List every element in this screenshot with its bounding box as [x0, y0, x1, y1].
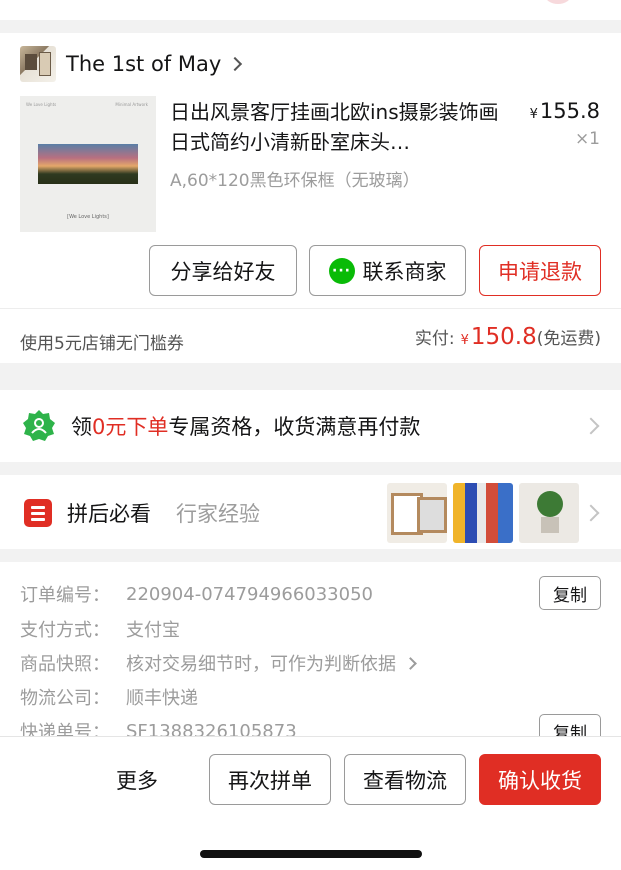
more-button[interactable]: 更多: [116, 765, 158, 795]
store-name: The 1st of May: [66, 52, 222, 76]
chevron-right-icon: [228, 56, 243, 72]
product-title[interactable]: 日出风景客厅挂画北欧ins摄影装饰画日式简约小清新卧室床头…: [170, 97, 510, 157]
courier-row: 物流公司： 顺丰快递: [20, 684, 198, 710]
paid-amount: 实付: ¥150.8(免运费): [415, 324, 601, 350]
tracking-number-row: 快递单号： SF1388326105873: [20, 718, 297, 739]
chevron-right-icon: [582, 417, 600, 435]
top-strip: [0, 0, 621, 20]
store-avatar: [20, 46, 56, 82]
price-currency: ¥: [529, 107, 538, 122]
info-label: 订单编号：: [20, 585, 110, 606]
info-label: 物流公司：: [20, 688, 110, 709]
chat-bubble-icon: ···: [328, 257, 355, 284]
list-line: [31, 512, 45, 515]
view-logistics-button[interactable]: 查看物流: [344, 754, 466, 805]
paid-label: 实付:: [414, 329, 455, 349]
list-line: [31, 518, 45, 521]
product-spec: A,60*120黑色环保框（无玻璃）: [170, 171, 420, 191]
list-icon: [24, 499, 52, 527]
shipping-note: (免运费): [536, 329, 601, 349]
product-thumbnail[interactable]: We Love Lights Minimal Artwork [We Love …: [20, 96, 156, 232]
confirm-receipt-button[interactable]: 确认收货: [479, 754, 601, 805]
price-value: 155.8: [539, 99, 600, 123]
info-label: 支付方式：: [20, 620, 110, 641]
snapshot-row[interactable]: 商品快照： 核对交易细节时，可作为判断依据: [20, 650, 417, 676]
verified-user-badge-icon: [23, 410, 55, 441]
chevron-right-icon: [404, 656, 417, 670]
bottom-action-bar: 更多 再次拼单 查看物流 确认收货: [0, 736, 621, 870]
product-price: ¥155.8: [530, 99, 600, 123]
payment-method: 支付宝: [126, 620, 180, 641]
chevron-right-icon: [582, 504, 600, 522]
courier-company: 顺丰快递: [126, 688, 198, 709]
promo-text: 领0元下单专属资格，收货满意再付款: [71, 411, 420, 441]
payment-method-row: 支付方式： 支付宝: [20, 616, 180, 642]
guide-thumbnail-plant: [519, 483, 579, 543]
coupon-text: 使用5元店铺无门槛券: [20, 334, 184, 354]
thumbnail-side-text: Minimal Artwork: [115, 102, 148, 107]
avatar: [545, 0, 571, 4]
order-number-row: 订单编号： 220904-074794966033050: [20, 581, 373, 607]
share-button[interactable]: 分享给好友: [149, 245, 297, 296]
product-quantity: ×1: [574, 129, 600, 149]
promo-highlight: 0元下单: [92, 415, 169, 439]
order-info-card: 订单编号： 220904-074794966033050 复制 支付方式： 支付…: [0, 562, 621, 738]
guide-title: 拼后必看: [67, 502, 151, 526]
info-label: 快递单号：: [20, 722, 110, 738]
contact-seller-button[interactable]: ··· 联系商家: [309, 245, 466, 296]
paid-value: 150.8: [470, 324, 537, 350]
guide-thumbnail-frames: [387, 483, 447, 543]
guide-subtitle: 行家经验: [176, 502, 260, 526]
request-refund-button[interactable]: 申请退款: [479, 245, 601, 296]
contact-label: 联系商家: [362, 259, 447, 284]
promo-suffix: 专属资格，收货满意再付款: [168, 415, 421, 439]
reorder-group-button[interactable]: 再次拼单: [209, 754, 331, 805]
promo-prefix: 领: [71, 415, 92, 439]
thumbnail-caption: [We Love Lights]: [67, 214, 109, 220]
guide-thumbnail-products: [453, 483, 513, 543]
thumbnail-brand-text: We Love Lights: [26, 102, 57, 107]
zero-yuan-promo-banner[interactable]: 领0元下单专属资格，收货满意再付款: [0, 390, 621, 462]
divider: [0, 308, 621, 309]
home-indicator[interactable]: [200, 850, 422, 858]
copy-order-number-button[interactable]: 复制: [539, 576, 601, 610]
list-line: [31, 506, 45, 509]
order-number: 220904-074794966033050: [126, 583, 373, 605]
order-product-card: The 1st of May We Love Lights Minimal Ar…: [0, 33, 621, 363]
after-order-guide-banner[interactable]: 拼后必看 行家经验: [0, 475, 621, 549]
store-link[interactable]: The 1st of May: [20, 45, 243, 83]
snapshot-hint: 核对交易细节时，可作为判断依据: [126, 654, 396, 675]
paid-currency: ¥: [460, 333, 469, 348]
sunrise-landscape-image: [38, 144, 138, 184]
info-label: 商品快照：: [20, 654, 110, 675]
copy-tracking-number-button[interactable]: 复制: [539, 714, 601, 738]
